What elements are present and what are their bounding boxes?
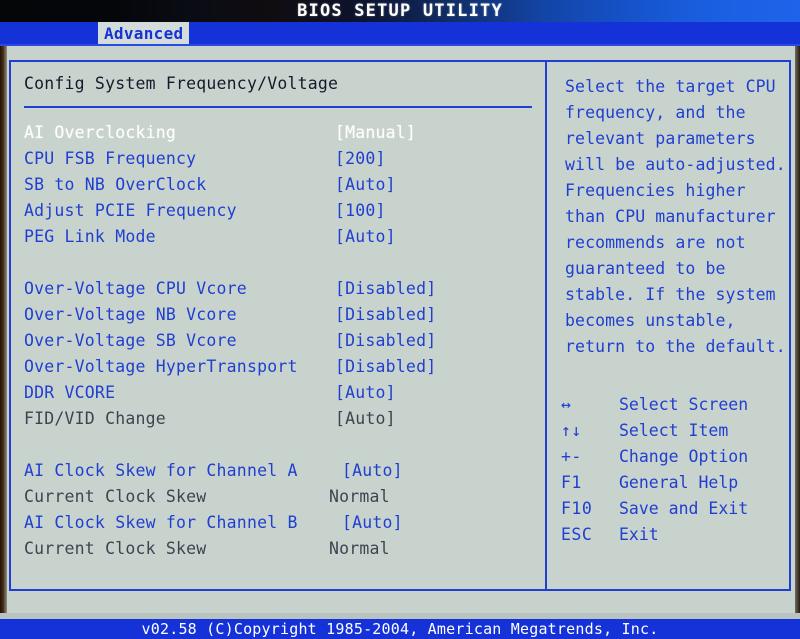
setting-value-readonly: Normal — [329, 539, 390, 558]
settings-row[interactable]: Over-Voltage HyperTransport [Disabled] — [11, 354, 545, 380]
title-divider — [24, 106, 532, 108]
settings-row: Current Clock Skew Normal — [11, 536, 545, 562]
setting-label: FID/VID Change — [24, 409, 166, 428]
help-line: guaranteed to be — [565, 259, 726, 278]
settings-row-spacer — [11, 250, 545, 276]
help-line: Frequencies higher — [565, 181, 746, 200]
setting-value-readonly: Normal — [329, 487, 390, 506]
settings-row[interactable]: Over-Voltage CPU Vcore [Disabled] — [11, 276, 545, 302]
setting-value[interactable]: [Manual] — [335, 120, 416, 146]
setting-value[interactable]: [Auto] — [342, 510, 403, 536]
setting-value-readonly: [Auto] — [335, 409, 396, 428]
menu-tab-bar[interactable]: Advanced — [0, 22, 800, 46]
setting-label: AI Clock Skew for Channel A — [24, 461, 298, 480]
setting-label: DDR VCORE — [24, 383, 116, 402]
setting-label: Over-Voltage SB Vcore — [24, 331, 237, 350]
setting-value[interactable]: [200] — [335, 146, 386, 172]
content-frame: Config System Frequency/Voltage AI Overc… — [9, 60, 791, 591]
setting-value[interactable]: [Disabled] — [335, 276, 436, 302]
legend-action-label: Save and Exit — [619, 499, 749, 518]
settings-row[interactable]: AI Overclocking [Manual] — [11, 120, 545, 146]
tab-advanced[interactable]: Advanced — [98, 22, 190, 46]
up-down-arrow-icon: ↑↓ — [561, 421, 582, 440]
screen-bezel-right — [795, 46, 800, 613]
legend-row: ↑↓ Select Item — [561, 418, 787, 444]
help-line: relevant parameters — [565, 129, 756, 148]
settings-row[interactable]: AI Clock Skew for Channel B [Auto] — [11, 510, 545, 536]
section-title: Config System Frequency/Voltage — [24, 74, 339, 93]
legend-row: ESC Exit — [561, 522, 787, 548]
help-line: recommends are not — [565, 233, 746, 252]
left-right-arrow-icon: ↔ — [561, 395, 572, 414]
setting-value[interactable]: [Disabled] — [335, 354, 436, 380]
legend-row: F10 Save and Exit — [561, 496, 787, 522]
plus-minus-icon: +- — [561, 447, 582, 466]
setting-value[interactable]: [Auto] — [335, 224, 396, 250]
setting-value[interactable]: [Auto] — [342, 458, 403, 484]
settings-row: FID/VID Change [Auto] — [11, 406, 545, 432]
content-area: Config System Frequency/Voltage AI Overc… — [0, 46, 800, 613]
settings-row[interactable]: CPU FSB Frequency [200] — [11, 146, 545, 172]
key-legend: ↔ Select Screen ↑↓ Select Item +- Change Opti… — [561, 392, 787, 548]
setting-label: Current Clock Skew — [24, 487, 207, 506]
setting-label: Over-Voltage HyperTransport — [24, 357, 298, 376]
setting-label: SB to NB OverClock — [24, 175, 207, 194]
title-banner: BIOS SETUP UTILITY — [0, 0, 800, 22]
settings-row[interactable]: AI Clock Skew for Channel A [Auto] — [11, 458, 545, 484]
setting-value[interactable]: [Auto] — [335, 380, 396, 406]
setting-label: AI Overclocking — [24, 123, 177, 142]
legend-row: F1 General Help — [561, 470, 787, 496]
settings-row[interactable]: Over-Voltage SB Vcore [Disabled] — [11, 328, 545, 354]
f1-key-icon: F1 — [561, 473, 582, 492]
screen-bezel-left — [0, 46, 7, 613]
legend-action-label: Exit — [619, 525, 659, 544]
help-line: becomes unstable, — [565, 311, 736, 330]
legend-row: ↔ Select Screen — [561, 392, 787, 418]
app-title: BIOS SETUP UTILITY — [297, 1, 503, 21]
setting-value[interactable]: [100] — [335, 198, 386, 224]
help-pane: Select the target CPU frequency, and the r… — [547, 62, 791, 589]
footer-bar: v02.58 (C)Copyright 1985-2004, American … — [0, 619, 800, 639]
setting-label: Current Clock Skew — [24, 539, 207, 558]
help-line: frequency, and the — [565, 103, 746, 122]
help-text: Select the target CPU frequency, and the r… — [565, 74, 786, 360]
copyright-text: v02.58 (C)Copyright 1985-2004, American … — [141, 620, 659, 638]
setting-label: CPU FSB Frequency — [24, 149, 197, 168]
settings-row[interactable]: Adjust PCIE Frequency [100] — [11, 198, 545, 224]
settings-pane: Config System Frequency/Voltage AI Overc… — [11, 62, 545, 589]
legend-action-label: General Help — [619, 473, 739, 492]
setting-value[interactable]: [Auto] — [335, 172, 396, 198]
setting-value[interactable]: [Disabled] — [335, 302, 436, 328]
setting-value[interactable]: [Disabled] — [335, 328, 436, 354]
setting-label: Over-Voltage CPU Vcore — [24, 279, 247, 298]
settings-row[interactable]: Over-Voltage NB Vcore [Disabled] — [11, 302, 545, 328]
settings-row[interactable]: DDR VCORE [Auto] — [11, 380, 545, 406]
setting-label: AI Clock Skew for Channel B — [24, 513, 298, 532]
settings-row: Current Clock Skew Normal — [11, 484, 545, 510]
help-line: stable. If the system — [565, 285, 776, 304]
settings-row[interactable]: SB to NB OverClock [Auto] — [11, 172, 545, 198]
legend-action-label: Change Option — [619, 447, 749, 466]
settings-row-spacer — [11, 432, 545, 458]
setting-label: PEG Link Mode — [24, 227, 156, 246]
help-line: return to the default. — [565, 337, 786, 356]
help-line: Select the target CPU — [565, 77, 776, 96]
esc-key-icon: ESC — [561, 525, 593, 544]
help-line: than CPU manufacturer — [565, 207, 776, 226]
settings-row[interactable]: PEG Link Mode [Auto] — [11, 224, 545, 250]
legend-row: +- Change Option — [561, 444, 787, 470]
help-line: will be auto-adjusted. — [565, 155, 786, 174]
setting-label: Over-Voltage NB Vcore — [24, 305, 237, 324]
bios-setup-screen: BIOS SETUP UTILITY Advanced Config Syste… — [0, 0, 800, 639]
setting-label: Adjust PCIE Frequency — [24, 201, 237, 220]
f10-key-icon: F10 — [561, 499, 593, 518]
legend-action-label: Select Item — [619, 421, 729, 440]
legend-action-label: Select Screen — [619, 395, 749, 414]
